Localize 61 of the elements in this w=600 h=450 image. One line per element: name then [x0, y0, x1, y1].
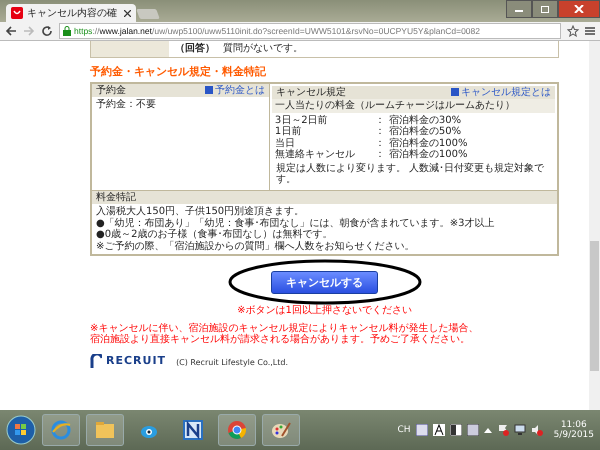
scrollbar[interactable]: [589, 41, 600, 410]
toolbar-icon[interactable]: [466, 424, 479, 436]
policy-colon: ：: [374, 138, 386, 150]
deposit-heading: 予約金: [96, 84, 126, 96]
fee-note: ●0歳～2歳のお子様（食事･布団なし）は無料です。: [96, 229, 334, 240]
cancel-policy-heading: キャンセル規定: [276, 86, 346, 98]
company-logo: RECRUIT: [106, 355, 166, 368]
policy-colon: ：: [374, 149, 386, 161]
recruit-logo-icon: [90, 354, 102, 368]
back-icon[interactable]: [5, 25, 17, 37]
input-method-icon[interactable]: [416, 424, 428, 436]
font-icon[interactable]: [432, 424, 445, 436]
fee-note: ※ご予約の際、「宿泊施設からの質問」欄へ人数をお知らせください。: [96, 240, 416, 252]
clock[interactable]: 11:06 5/9/2015: [554, 420, 594, 440]
section-title: 予約金・キャンセル規定・料金特記: [90, 66, 267, 79]
close-icon: [574, 5, 584, 13]
close-tab-icon[interactable]: [124, 10, 131, 16]
panel-icon[interactable]: [450, 424, 462, 436]
minimize-button[interactable]: [506, 0, 532, 18]
policy-subtitle: 一人当たりの料金（ルームチャージはルームあたり）: [272, 99, 555, 113]
menu-icon[interactable]: [585, 26, 595, 36]
policy-colon: ：: [374, 126, 386, 138]
deposit-text: 予約金：不要: [95, 98, 157, 112]
help-link[interactable]: 予約金とは: [204, 84, 265, 96]
browser-tab[interactable]: キャンセル内容の確: [6, 4, 136, 22]
cancellation-warning: ※キャンセルに伴い、宿泊施設のキャンセル規定によりキャンセル料が発生した場合、: [90, 322, 480, 334]
help-link[interactable]: キャンセル規定とは: [451, 86, 551, 98]
answer-label: （回答）: [175, 43, 215, 55]
policy-timing: 当日: [274, 138, 295, 149]
policy-colon: ：: [374, 114, 386, 126]
policy-note: 規定は人数により変ります。 人数減･日付変更も規定対象です。: [274, 162, 546, 188]
speaker-muted-icon[interactable]: [530, 424, 543, 436]
button-warning: ※ボタンは1回以上押さないでください: [236, 305, 413, 317]
start-button[interactable]: [6, 415, 36, 445]
cancellation-warning: 宿泊施設より直接キャンセル料が請求される場合があります。予めご了承ください。: [90, 334, 471, 346]
policy-fee: 宿泊料金の100%: [388, 138, 468, 149]
network-icon[interactable]: [514, 424, 526, 436]
fees-heading: 料金特記: [96, 192, 136, 204]
language-indicator[interactable]: CH: [398, 425, 411, 435]
star-icon[interactable]: [567, 25, 579, 37]
flag-icon[interactable]: [496, 424, 509, 436]
lock-icon: [63, 26, 71, 36]
fee-note: 入湯税大人150円、子供150円別途頂きます。: [96, 206, 306, 218]
cancel-button[interactable]: キャンセルする: [271, 270, 378, 294]
policy-timing: 1日前: [274, 126, 302, 138]
policy-fee: 宿泊料金の50%: [388, 126, 462, 138]
copyright: (C) Recruit Lifestyle Co.,Ltd.: [176, 358, 288, 368]
policy-timing: 無連絡キャンセル: [274, 149, 356, 161]
answer-text: 質問がないです。: [223, 43, 303, 55]
policy-timing: 3日～2日前: [274, 114, 329, 126]
maximize-icon: [540, 5, 550, 13]
taskbar-paint-icon[interactable]: [262, 414, 300, 446]
policy-fee: 宿泊料金の30%: [388, 114, 462, 126]
close-window-button[interactable]: [558, 0, 600, 18]
reload-icon[interactable]: [41, 25, 53, 37]
policy-fee: 宿泊料金の100%: [388, 149, 468, 161]
fee-note: ●「幼児：布団あり」「幼児：食事･布団なし」には、朝食が含まれています。※3才以上: [96, 218, 496, 229]
site-favicon-icon: [11, 7, 23, 19]
show-hidden-icons-icon[interactable]: [484, 427, 492, 433]
address-field[interactable]: https://www.jalan.net/uw/uwp5100/uww5110init.do?screenId=UWW5101&rsvNo=0UCPYU5Y&planCd=0082: [59, 23, 561, 39]
maximize-button[interactable]: [532, 0, 558, 18]
